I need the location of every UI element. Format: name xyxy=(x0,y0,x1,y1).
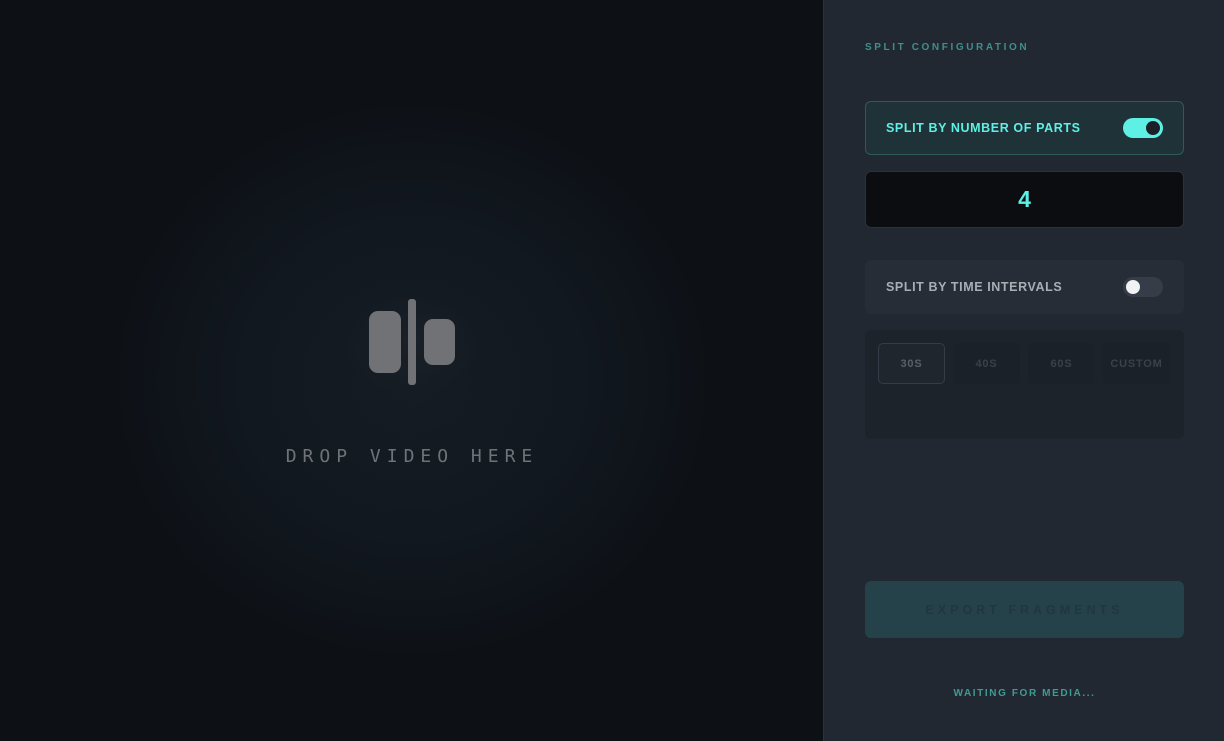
interval-options: 30S 40S 60S CUSTOM xyxy=(865,330,1184,439)
split-by-parts-option[interactable]: SPLIT BY NUMBER OF PARTS xyxy=(865,101,1184,155)
drop-video-label: DROP VIDEO HERE xyxy=(285,446,539,467)
interval-option-30s[interactable]: 30S xyxy=(878,343,945,384)
interval-option-custom[interactable]: CUSTOM xyxy=(1103,343,1170,384)
toggle-knob xyxy=(1126,280,1140,294)
app-root: DROP VIDEO HERE SPLIT CONFIGURATION SPLI… xyxy=(0,0,1224,741)
split-config-panel: SPLIT CONFIGURATION SPLIT BY NUMBER OF P… xyxy=(824,0,1224,741)
panel-title: SPLIT CONFIGURATION xyxy=(865,42,1030,53)
interval-option-40s[interactable]: 40S xyxy=(953,343,1020,384)
status-text: WAITING FOR MEDIA... xyxy=(953,688,1096,699)
video-dropzone[interactable]: DROP VIDEO HERE xyxy=(0,0,824,741)
toggle-knob xyxy=(1146,121,1160,135)
split-by-time-option[interactable]: SPLIT BY TIME INTERVALS xyxy=(865,260,1184,314)
split-by-time-label: SPLIT BY TIME INTERVALS xyxy=(886,280,1063,294)
split-by-parts-toggle[interactable] xyxy=(1123,118,1163,138)
export-fragments-button[interactable]: EXPORT FRAGMENTS xyxy=(865,581,1184,638)
split-by-time-toggle[interactable] xyxy=(1123,277,1163,297)
split-by-parts-label: SPLIT BY NUMBER OF PARTS xyxy=(886,121,1081,135)
interval-option-60s[interactable]: 60S xyxy=(1028,343,1095,384)
split-video-icon xyxy=(344,290,480,394)
parts-count-input[interactable] xyxy=(865,171,1184,228)
